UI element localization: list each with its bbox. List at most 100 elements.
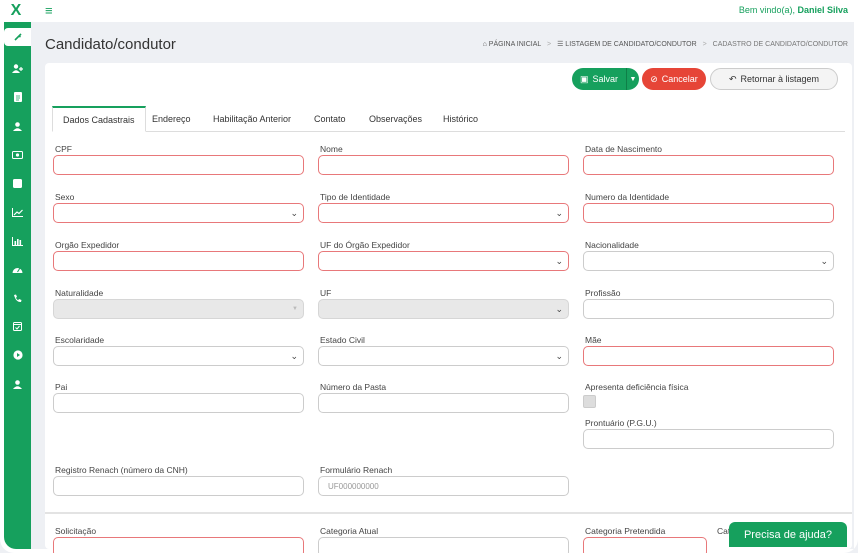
app-window: X ≡ Bem vindo(a), Daniel Silva Candidato… <box>0 0 858 553</box>
categoria-atual-label: Categoria Atual <box>320 526 379 536</box>
numero-identidade-input[interactable] <box>583 203 834 223</box>
app-logo[interactable]: X <box>0 0 32 22</box>
chevron-down-icon: ⌄ <box>820 256 828 266</box>
sexo-select[interactable]: ⌄ <box>53 203 304 223</box>
money-icon[interactable] <box>4 146 31 164</box>
caret-down-icon: ▼ <box>629 75 637 83</box>
breadcrumb-separator: > <box>547 41 552 48</box>
prontuario-input[interactable] <box>583 429 834 449</box>
uf-label: UF <box>320 288 332 298</box>
page-title: Candidato/condutor <box>45 36 176 53</box>
pai-input[interactable] <box>53 393 304 413</box>
logo-text: X <box>10 2 22 19</box>
numero-identidade-label: Numero da Identidade <box>585 192 670 202</box>
categoria-atual-input[interactable] <box>318 537 569 553</box>
solicitacao-input[interactable] <box>53 537 304 553</box>
estado-civil-label: Estado Civil <box>320 335 365 345</box>
tab-endereco[interactable]: Endereço <box>142 106 201 132</box>
line-chart-icon[interactable] <box>4 203 31 221</box>
breadcrumb-list[interactable]: LISTAGEM DE CANDIDATO/CONDUTOR <box>565 41 696 48</box>
tab-dados-cadastrais[interactable]: Dados Cadastrais <box>52 106 146 132</box>
nacionalidade-label: Nacionalidade <box>585 240 639 250</box>
naturalidade-select: ▼ <box>53 299 304 319</box>
orgao-expedidor-input[interactable] <box>53 251 304 271</box>
cancel-button[interactable]: ⊘ Cancelar <box>642 68 706 90</box>
deficiencia-checkbox[interactable] <box>583 395 596 408</box>
profissao-label: Profissão <box>585 288 621 298</box>
mae-input[interactable] <box>583 346 834 366</box>
save-options-dropdown[interactable]: ▼ <box>626 68 639 90</box>
solicitacao-label: Solicitação <box>55 526 97 536</box>
sidebar <box>4 22 32 549</box>
calendar-check-icon[interactable] <box>4 317 31 335</box>
main-content: Candidato/condutor ⌂ PÁGINA INICIAL > ☰ … <box>31 22 854 553</box>
chevron-down-icon: ⌄ <box>555 256 563 266</box>
data-nascimento-input[interactable] <box>583 155 834 175</box>
user-name[interactable]: Daniel Silva <box>797 5 848 15</box>
user-icon[interactable] <box>4 117 31 135</box>
help-button[interactable]: Precisa de ajuda? <box>729 522 847 547</box>
reply-icon: ↶ <box>728 73 737 84</box>
menu-toggle-icon[interactable]: ≡ <box>45 3 53 18</box>
numero-pasta-label: Número da Pasta <box>320 382 387 392</box>
chevron-down-icon: ⌄ <box>290 351 298 361</box>
numero-pasta-input[interactable] <box>318 393 569 413</box>
deficiencia-label: Apresenta deficiência física <box>585 382 689 392</box>
renach-input[interactable] <box>53 476 304 496</box>
user-plus-icon[interactable] <box>4 59 31 77</box>
chevron-down-icon: ⌄ <box>555 351 563 361</box>
profissao-input[interactable] <box>583 299 834 319</box>
cpf-label: CPF <box>55 144 72 154</box>
user-icon[interactable] <box>4 375 31 393</box>
cpf-input[interactable] <box>53 155 304 175</box>
phone-icon[interactable] <box>4 289 31 307</box>
floppy-icon: ▣ <box>579 73 589 84</box>
tab-bar: Dados Cadastrais Endereço Habilitação An… <box>52 106 845 132</box>
chevron-down-icon: ⌄ <box>290 208 298 218</box>
escolaridade-select[interactable]: ⌄ <box>53 346 304 366</box>
bar-chart-icon[interactable] <box>4 232 31 250</box>
pai-label: Pai <box>55 382 68 392</box>
formulario-renach-input[interactable]: UF000000000 <box>318 476 569 496</box>
naturalidade-label: Naturalidade <box>55 288 104 298</box>
book-icon[interactable] <box>4 174 31 192</box>
mae-label: Mãe <box>585 335 602 345</box>
tab-historico[interactable]: Histórico <box>433 106 488 132</box>
caret-down-icon: ▼ <box>292 306 298 312</box>
tipo-identidade-select[interactable]: ⌄ <box>318 203 569 223</box>
save-button[interactable]: ▣ Salvar <box>572 68 626 90</box>
nome-input[interactable] <box>318 155 569 175</box>
wrench-icon[interactable] <box>4 28 32 46</box>
chevron-down-icon: ⌄ <box>555 208 563 218</box>
renach-label: Registro Renach (número da CNH) <box>55 465 188 475</box>
form-card: ▣ Salvar ▼ ⊘ Cancelar ↶ Retornar à lista… <box>45 63 852 553</box>
nacionalidade-select[interactable]: ⌄ <box>583 251 834 271</box>
play-circle-icon[interactable] <box>4 346 31 364</box>
nome-label: Nome <box>320 144 343 154</box>
uf-orgao-select[interactable]: ⌄ <box>318 251 569 271</box>
chevron-down-icon: ⌄ <box>555 304 563 314</box>
section-divider <box>45 512 852 514</box>
breadcrumb-separator: > <box>702 41 707 48</box>
breadcrumb-home[interactable]: PÁGINA INICIAL <box>489 41 541 48</box>
back-to-list-button[interactable]: ↶ Retornar à listagem <box>710 68 838 90</box>
uf-select: ⌄ <box>318 299 569 319</box>
categoria-pretendida-input[interactable] <box>583 537 707 553</box>
tab-habilitacao-anterior[interactable]: Habilitação Anterior <box>203 106 301 132</box>
tab-contato[interactable]: Contato <box>304 106 356 132</box>
uf-orgao-label: UF do Órgão Expedidor <box>320 240 410 250</box>
breadcrumb-current: CADASTRO DE CANDIDATO/CONDUTOR <box>712 41 848 48</box>
categoria-pretendida-label: Categoria Pretendida <box>585 526 666 536</box>
home-icon: ⌂ <box>482 41 487 48</box>
sexo-label: Sexo <box>55 192 75 202</box>
list-icon: ☰ <box>557 41 564 48</box>
top-bar: X ≡ Bem vindo(a), Daniel Silva <box>0 0 858 22</box>
breadcrumb: ⌂ PÁGINA INICIAL > ☰ LISTAGEM DE CANDIDA… <box>483 40 848 48</box>
dashboard-icon[interactable] <box>4 260 31 278</box>
tab-observacoes[interactable]: Observações <box>359 106 432 132</box>
orgao-expedidor-label: Orgão Expedidor <box>55 240 120 250</box>
escolaridade-label: Escolaridade <box>55 335 105 345</box>
prontuario-label: Prontuário (P.G.U.) <box>585 418 657 428</box>
document-icon[interactable] <box>4 88 31 106</box>
estado-civil-select[interactable]: ⌄ <box>318 346 569 366</box>
